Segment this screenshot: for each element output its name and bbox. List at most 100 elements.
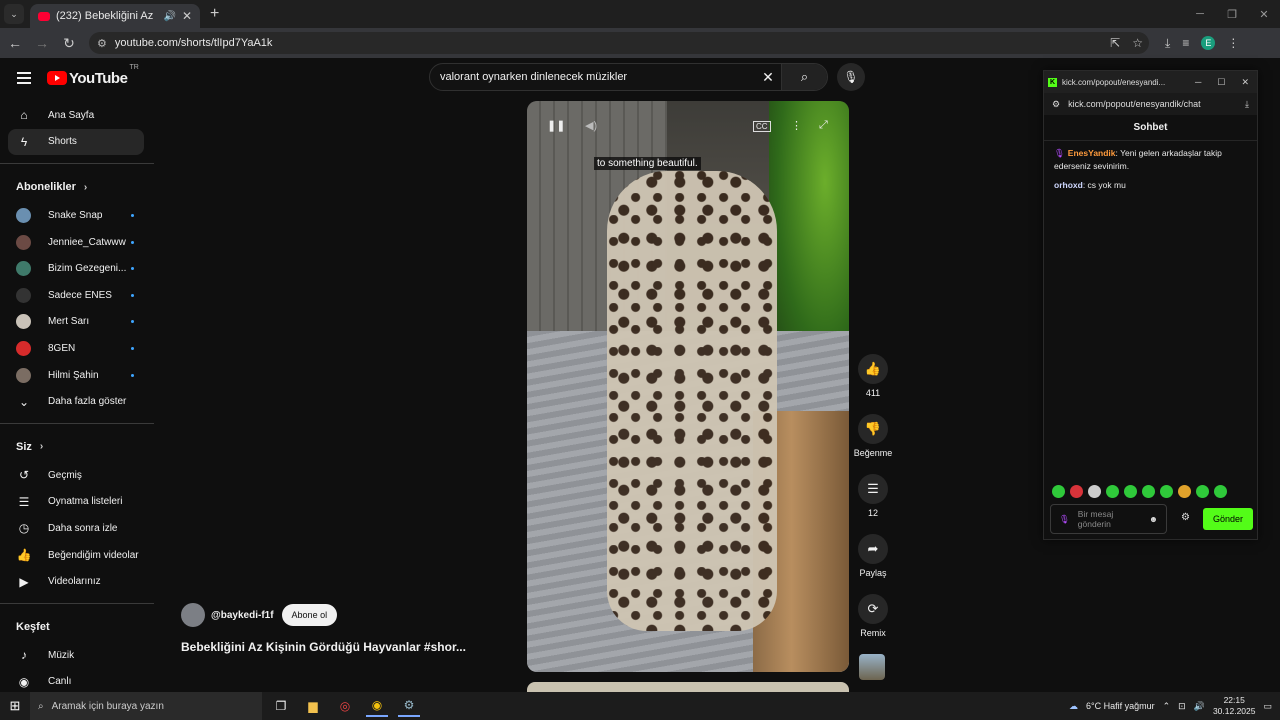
sidebar-item-live[interactable]: ◉ Canlı (8, 669, 144, 693)
sidebar-item-liked-videos[interactable]: 👍 Beğendiğim videolar (8, 542, 144, 569)
tab-close-icon[interactable]: ✕ (182, 9, 192, 23)
voice-search-button[interactable]: 🎙 (837, 63, 865, 91)
close-window-button[interactable]: ✕ (1241, 77, 1249, 88)
comments-button[interactable]: ☰ (858, 474, 888, 504)
search-input[interactable]: valorant oynarken dinlenecek müzikler (430, 71, 755, 83)
sound-thumbnail[interactable] (859, 654, 885, 680)
maximize-button[interactable]: ❐ (1216, 0, 1248, 28)
tab-search-button[interactable]: ⌄ (4, 4, 24, 24)
emoji-picker-icon[interactable]: ☻ (1149, 514, 1158, 524)
windows-start-icon[interactable]: ⊞ (0, 698, 30, 714)
file-explorer-icon[interactable]: ▆ (302, 695, 324, 717)
dislike-button[interactable]: 👎 (858, 414, 888, 444)
remix-button[interactable]: ⟳ (858, 594, 888, 624)
profile-avatar[interactable]: E (1201, 36, 1216, 50)
emote-icon[interactable] (1160, 485, 1173, 498)
minimize-button[interactable]: ─ (1195, 77, 1201, 88)
emote-icon[interactable] (1142, 485, 1155, 498)
subscription-item[interactable]: Sadece ENES (8, 282, 144, 309)
taskbar-search[interactable]: ⌕ Aramak için buraya yazın (30, 692, 262, 720)
chat-message-input[interactable]: 🎙 Bir mesaj gönderin ☻ (1050, 504, 1167, 534)
sidebar-item-home[interactable]: ⌂ Ana Sayfa (8, 102, 144, 129)
subscriptions-header[interactable]: Abonelikler › (0, 172, 154, 202)
sidebar-item-your-videos[interactable]: ▶ Videolarınız (8, 568, 144, 595)
site-info-icon[interactable]: ⚙ (97, 37, 107, 50)
weather-text[interactable]: 6°C Hafif yağmur (1086, 701, 1155, 711)
media-controls-icon[interactable]: ≡ (1182, 36, 1189, 50)
app-icon[interactable]: ◎ (334, 695, 356, 717)
volume-icon[interactable]: ◀) (585, 119, 597, 132)
bookmark-star-icon[interactable]: ☆ (1132, 36, 1143, 50)
emote-icon[interactable] (1070, 485, 1083, 498)
sidebar-item-music[interactable]: ♪ Müzik (8, 642, 144, 669)
cast-icon[interactable]: ⇱ (1110, 36, 1120, 50)
emote-icon[interactable] (1088, 485, 1101, 498)
reload-button[interactable]: ↻ (57, 35, 81, 52)
short-title[interactable]: Bebekliğini Az Kişinin Gördüğü Hayvanlar… (181, 640, 481, 654)
browser-tab[interactable]: (232) Bebekliğini Az Kişinin 🔊 ✕ (30, 4, 200, 28)
steam-icon[interactable]: ⚙ (398, 695, 420, 717)
emote-icon[interactable] (1178, 485, 1191, 498)
new-content-dot (131, 267, 134, 271)
sidebar-item-playlists[interactable]: ☰ Oynatma listeleri (8, 489, 144, 516)
downloads-icon[interactable]: ⤓ (1165, 36, 1170, 51)
weather-icon[interactable]: ☁ (1069, 701, 1078, 712)
chat-username[interactable]: EnesYandik (1068, 148, 1116, 158)
microphone-icon: 🎙 (1059, 513, 1070, 524)
subscription-item[interactable]: Snake Snap (8, 202, 144, 229)
next-short-preview[interactable] (527, 682, 849, 692)
browser-menu-icon[interactable]: ⋮ (1227, 36, 1239, 50)
network-icon[interactable]: ⊡ (1178, 701, 1186, 712)
pause-icon[interactable]: ❚❚ (547, 119, 565, 132)
short-video-player[interactable]: ❚❚ ◀) CC ⋮ ⤢ to something beautiful. (527, 101, 849, 672)
sidebar-item-watch-later[interactable]: ◷ Daha sonra izle (8, 515, 144, 542)
channel-name[interactable]: @baykedi-f1f (211, 610, 274, 621)
minimize-button[interactable]: ─ (1184, 0, 1216, 28)
send-button[interactable]: Gönder (1203, 508, 1253, 530)
forward-button[interactable]: → (30, 35, 54, 51)
youtube-logo[interactable]: YouTube TR (47, 64, 139, 87)
new-tab-button[interactable]: + (210, 5, 219, 23)
hamburger-menu-icon[interactable] (17, 69, 31, 87)
emote-icon[interactable] (1106, 485, 1119, 498)
download-icon[interactable]: ⤓ (1245, 99, 1257, 110)
close-window-button[interactable]: ✕ (1248, 0, 1280, 28)
audio-playing-icon[interactable]: 🔊 (163, 11, 175, 22)
clock[interactable]: 22:15 30.12.2025 (1213, 695, 1256, 717)
emote-icon[interactable] (1196, 485, 1209, 498)
emote-icon[interactable] (1052, 485, 1065, 498)
thumbs-down-icon: 👎 (864, 421, 882, 436)
show-more-button[interactable]: ⌄ Daha fazla göster (8, 388, 144, 415)
chrome-icon[interactable]: ◉ (366, 695, 388, 717)
emote-icon[interactable] (1124, 485, 1137, 498)
like-button[interactable]: 👍 (858, 354, 888, 384)
sidebar-item-history[interactable]: ↺ Geçmiş (8, 462, 144, 489)
share-button[interactable]: ➦ (858, 534, 888, 564)
volume-icon[interactable]: 🔊 (1194, 701, 1205, 712)
channel-avatar[interactable] (181, 603, 205, 627)
site-info-icon[interactable]: ⚙ (1052, 99, 1060, 110)
subscription-item[interactable]: 8GEN (8, 335, 144, 362)
subscribe-button[interactable]: Abone ol (281, 604, 338, 626)
back-button[interactable]: ← (3, 35, 27, 51)
you-header[interactable]: Siz › (0, 432, 154, 462)
emote-icon[interactable] (1214, 485, 1227, 498)
subscription-item[interactable]: Hilmi Şahin (8, 362, 144, 389)
tray-overflow-icon[interactable]: ⌃ (1163, 701, 1171, 712)
sidebar-item-shorts[interactable]: ϟ Shorts (8, 128, 144, 156)
subscription-item[interactable]: Bizim Gezegeni... (8, 255, 144, 282)
search-button[interactable]: ⌕ (781, 64, 827, 90)
url-field[interactable]: ⚙ youtube.com/shorts/tlIpd7YaA1k ⇱ ☆ (89, 32, 1149, 54)
subscription-item[interactable]: Jenniee_Catwww (8, 229, 144, 256)
subscription-item[interactable]: Mert Sarı (8, 309, 144, 336)
more-options-icon[interactable]: ⋮ (791, 119, 802, 132)
thumbs-up-icon: 👍 (864, 361, 882, 376)
maximize-button[interactable]: ☐ (1217, 77, 1225, 88)
chat-settings-icon[interactable]: ⚙ (1181, 512, 1190, 523)
fullscreen-icon[interactable]: ⤢ (819, 119, 828, 132)
task-view-icon[interactable]: ❐ (270, 695, 292, 717)
captions-icon[interactable]: CC (753, 121, 771, 132)
notifications-icon[interactable]: ▭ (1263, 701, 1272, 712)
chat-username[interactable]: orhoxd (1054, 180, 1083, 190)
clear-search-icon[interactable]: ✕ (755, 69, 781, 86)
